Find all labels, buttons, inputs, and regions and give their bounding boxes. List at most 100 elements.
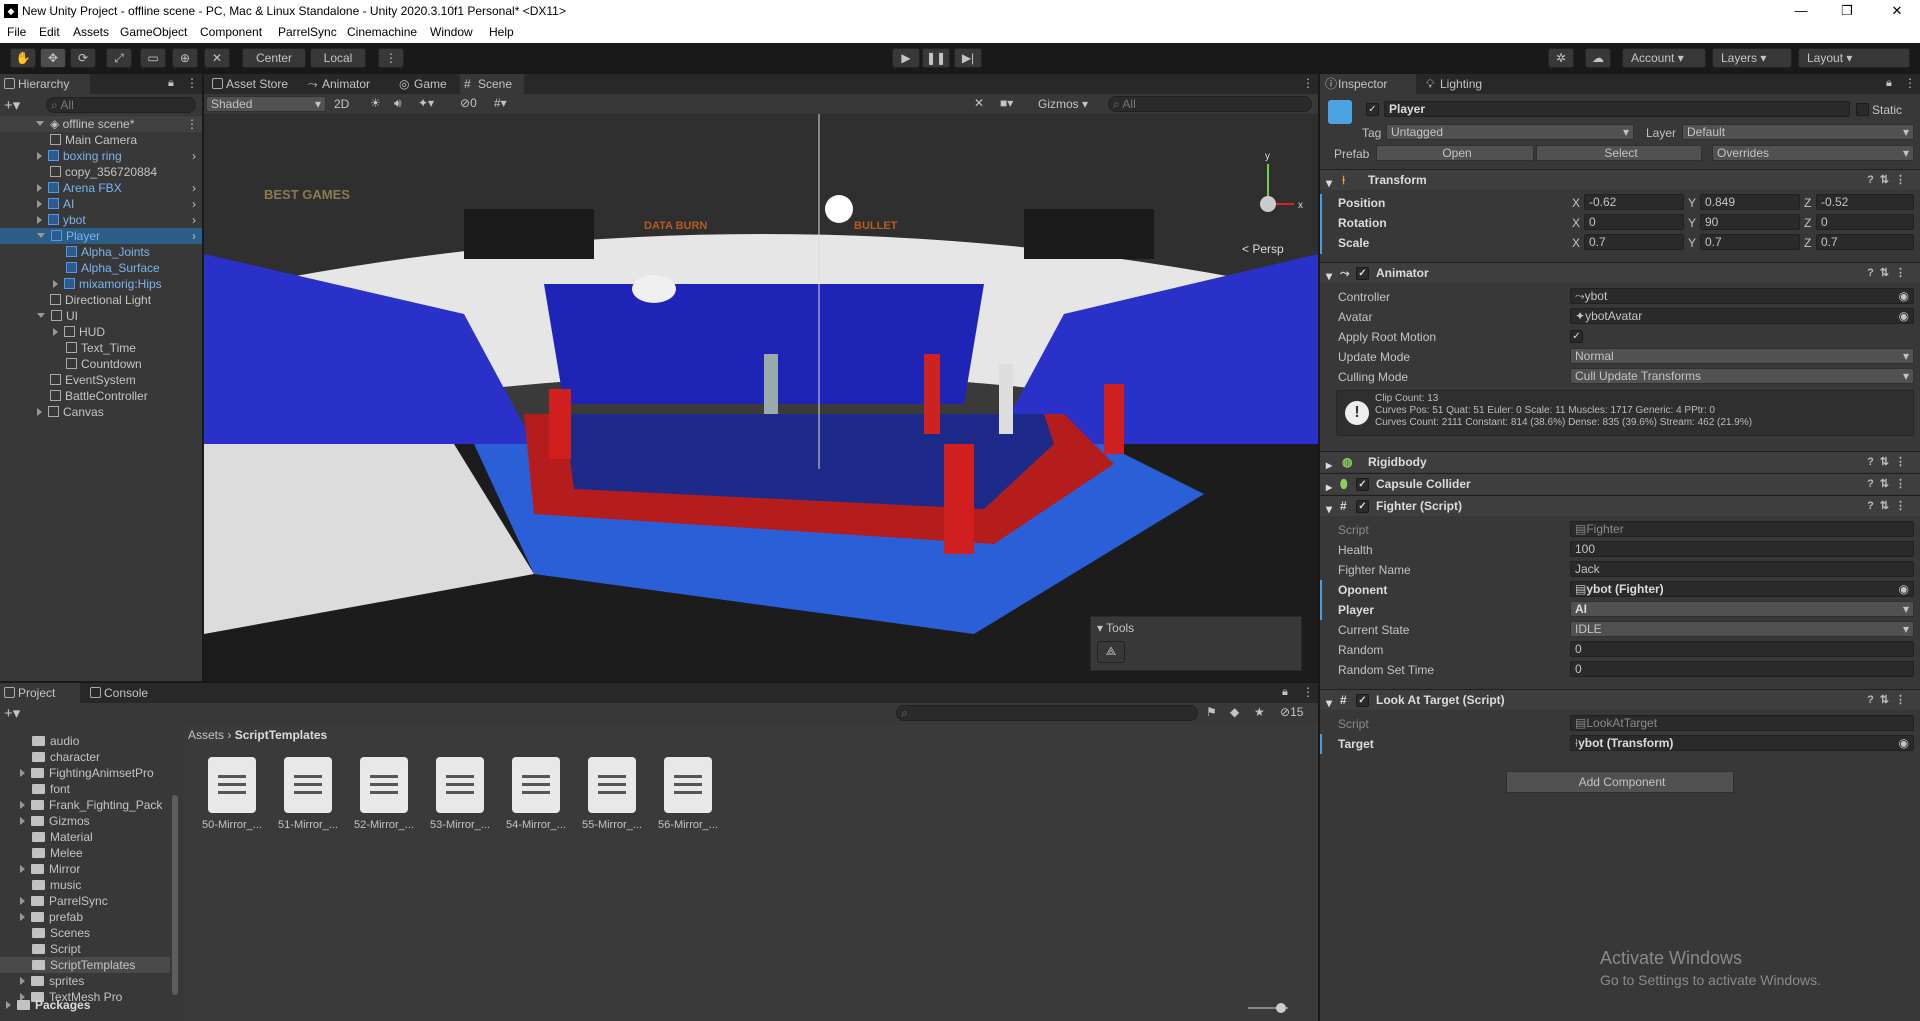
scene-search-input[interactable]: ⌕ All	[1108, 96, 1312, 112]
chevron-down-icon[interactable]	[37, 233, 45, 238]
folder-tree-scrollbar[interactable]	[172, 795, 178, 995]
folder-item[interactable]: audio	[0, 733, 170, 749]
object-picker-icon[interactable]: ◉	[1899, 736, 1909, 750]
folder-item[interactable]: Melee	[0, 845, 170, 861]
grid-toggle-icon[interactable]: #▾	[494, 96, 507, 110]
chevron-right-icon[interactable]	[20, 977, 25, 985]
pivot-center-button[interactable]: Center	[242, 48, 306, 68]
menu-file[interactable]: File	[7, 25, 26, 39]
tab-game[interactable]: ◎ Game	[396, 74, 456, 94]
layers-dropdown[interactable]: Layers ▾	[1712, 48, 1792, 68]
folder-item[interactable]: prefab	[0, 909, 170, 925]
hierarchy-item[interactable]: ybot ›	[0, 212, 202, 228]
random-input[interactable]: 0	[1570, 641, 1914, 657]
component-header-icons[interactable]: ?⇅⋮	[1867, 266, 1912, 279]
camera-gizmo-icon[interactable]	[632, 275, 676, 303]
audio-toggle-icon[interactable]: 🔊︎	[394, 96, 402, 111]
custom-tool-icon[interactable]: ✕	[204, 48, 230, 68]
chevron-right-icon[interactable]	[37, 184, 42, 192]
filter-type-icon[interactable]: ⚑	[1206, 705, 1217, 719]
z-input[interactable]: 0.7	[1816, 234, 1914, 250]
folder-item[interactable]: Mirror	[0, 861, 170, 877]
menu-cinemachine[interactable]: Cinemachine	[347, 25, 417, 39]
hierarchy-item[interactable]: AI ›	[0, 196, 202, 212]
folder-item[interactable]: character	[0, 749, 170, 765]
hierarchy-item[interactable]: Alpha_Joints	[0, 244, 202, 260]
capsule-enabled-checkbox[interactable]: ✓	[1356, 478, 1369, 491]
menu-parrelsync[interactable]: ParrelSync	[278, 25, 337, 39]
hierarchy-item[interactable]: Countdown	[0, 356, 202, 372]
component-header-icons[interactable]: ?⇅⋮	[1867, 693, 1912, 706]
inspector-menu-icon[interactable]: ⋮	[1904, 76, 1916, 90]
tab-scene[interactable]: # Scene	[460, 74, 524, 94]
menu-component[interactable]: Component	[200, 25, 262, 39]
x-input[interactable]: 0.7	[1584, 234, 1684, 250]
object-picker-icon[interactable]: ◉	[1899, 582, 1909, 596]
fighter-name-input[interactable]: Jack	[1570, 561, 1914, 577]
folder-item[interactable]: Script	[0, 941, 170, 957]
hierarchy-item[interactable]: mixamorig:Hips	[0, 276, 202, 292]
filter-label-icon[interactable]: ◆	[1230, 705, 1239, 719]
culling-mode-dropdown[interactable]: Cull Update Transforms ▾	[1570, 368, 1914, 384]
chevron-right-icon[interactable]: ▸	[1326, 480, 1332, 494]
random-set-time-input[interactable]: 0	[1570, 661, 1914, 677]
folder-item[interactable]: sprites	[0, 973, 170, 989]
oponent-field[interactable]: ▤ybot (Fighter) ◉	[1570, 581, 1914, 597]
minimize-button[interactable]: —	[1778, 0, 1824, 22]
hierarchy-search-input[interactable]: ⌕ All	[46, 97, 196, 113]
prefab-open-arrow-icon[interactable]: ›	[192, 180, 196, 196]
project-menu-icon[interactable]: ⋮	[1302, 685, 1314, 699]
folder-item[interactable]: FightingAnimsetPro	[0, 765, 170, 781]
hierarchy-item[interactable]: Canvas	[0, 404, 202, 420]
y-input[interactable]: 0.849	[1700, 194, 1800, 210]
chevron-down-icon[interactable]: ▾	[1326, 502, 1332, 516]
step-button[interactable]: ▶|	[954, 48, 982, 68]
camera-icon[interactable]: ■▾	[1000, 96, 1013, 110]
folder-item[interactable]: Gizmos	[0, 813, 170, 829]
persp-label[interactable]: < Persp	[1242, 242, 1284, 256]
hierarchy-item[interactable]: boxing ring ›	[0, 148, 202, 164]
chevron-right-icon[interactable]	[37, 200, 42, 208]
tab-asset-store[interactable]: Asset Store	[208, 74, 300, 94]
tab-console[interactable]: Console	[86, 683, 166, 703]
controller-field[interactable]: ⤳ybot ◉	[1570, 288, 1914, 304]
chevron-right-icon[interactable]	[20, 817, 25, 825]
chevron-right-icon[interactable]	[37, 152, 42, 160]
zoom-slider-handle[interactable]	[1276, 1003, 1286, 1013]
chevron-right-icon[interactable]	[20, 913, 25, 921]
hierarchy-item[interactable]: Player ›	[0, 228, 202, 244]
scene-viewport[interactable]: BEST GAMES DATA BURN BULLET y x < Persp	[204, 114, 1318, 681]
y-input[interactable]: 90	[1700, 214, 1800, 230]
player-character[interactable]	[764, 354, 778, 414]
menu-edit[interactable]: Edit	[39, 25, 60, 39]
tab-project[interactable]: Project	[0, 683, 80, 703]
chevron-right-icon[interactable]: ▸	[1326, 458, 1332, 472]
prefab-open-button[interactable]: Open	[1376, 145, 1534, 161]
hierarchy-item[interactable]: HUD	[0, 324, 202, 340]
inspector-lock-icon[interactable]: 🔒︎	[1886, 77, 1892, 90]
x-input[interactable]: -0.62	[1584, 194, 1684, 210]
chevron-right-icon[interactable]	[20, 865, 25, 873]
chevron-down-icon[interactable]	[37, 313, 45, 318]
lock-icon[interactable]: 🔒︎	[168, 77, 174, 90]
tab-lighting[interactable]: 💡︎ Lighting	[1422, 74, 1502, 94]
health-input[interactable]: 100	[1570, 541, 1914, 557]
hand-tool-icon[interactable]: ✋	[10, 48, 36, 68]
shading-dropdown[interactable]: Shaded ▾	[206, 96, 326, 112]
rect-tool-icon[interactable]: ▭	[140, 48, 166, 68]
lighting-toggle-icon[interactable]: ☀	[370, 96, 381, 110]
component-header-icons[interactable]: ?⇅⋮	[1867, 477, 1912, 490]
prefab-overrides-dropdown[interactable]: Overrides ▾	[1712, 145, 1914, 161]
prefab-open-arrow-icon[interactable]: ›	[192, 148, 196, 164]
breadcrumb-current[interactable]: ScriptTemplates	[235, 728, 327, 742]
folder-item[interactable]: Material	[0, 829, 170, 845]
effects-toggle-icon[interactable]: ✦▾	[418, 96, 434, 110]
component-header-icons[interactable]: ?⇅⋮	[1867, 173, 1912, 186]
chevron-right-icon[interactable]	[53, 280, 58, 288]
tab-hierarchy[interactable]: Hierarchy	[0, 74, 90, 94]
move-tool-icon[interactable]: ✥	[40, 48, 66, 68]
component-header-icons[interactable]: ?⇅⋮	[1867, 455, 1912, 468]
hierarchy-item[interactable]: UI	[0, 308, 202, 324]
project-search-input[interactable]: ⌕	[896, 705, 1198, 721]
look-at-target-header[interactable]: ▾ # ✓ Look At Target (Script) ?⇅⋮	[1320, 689, 1920, 710]
